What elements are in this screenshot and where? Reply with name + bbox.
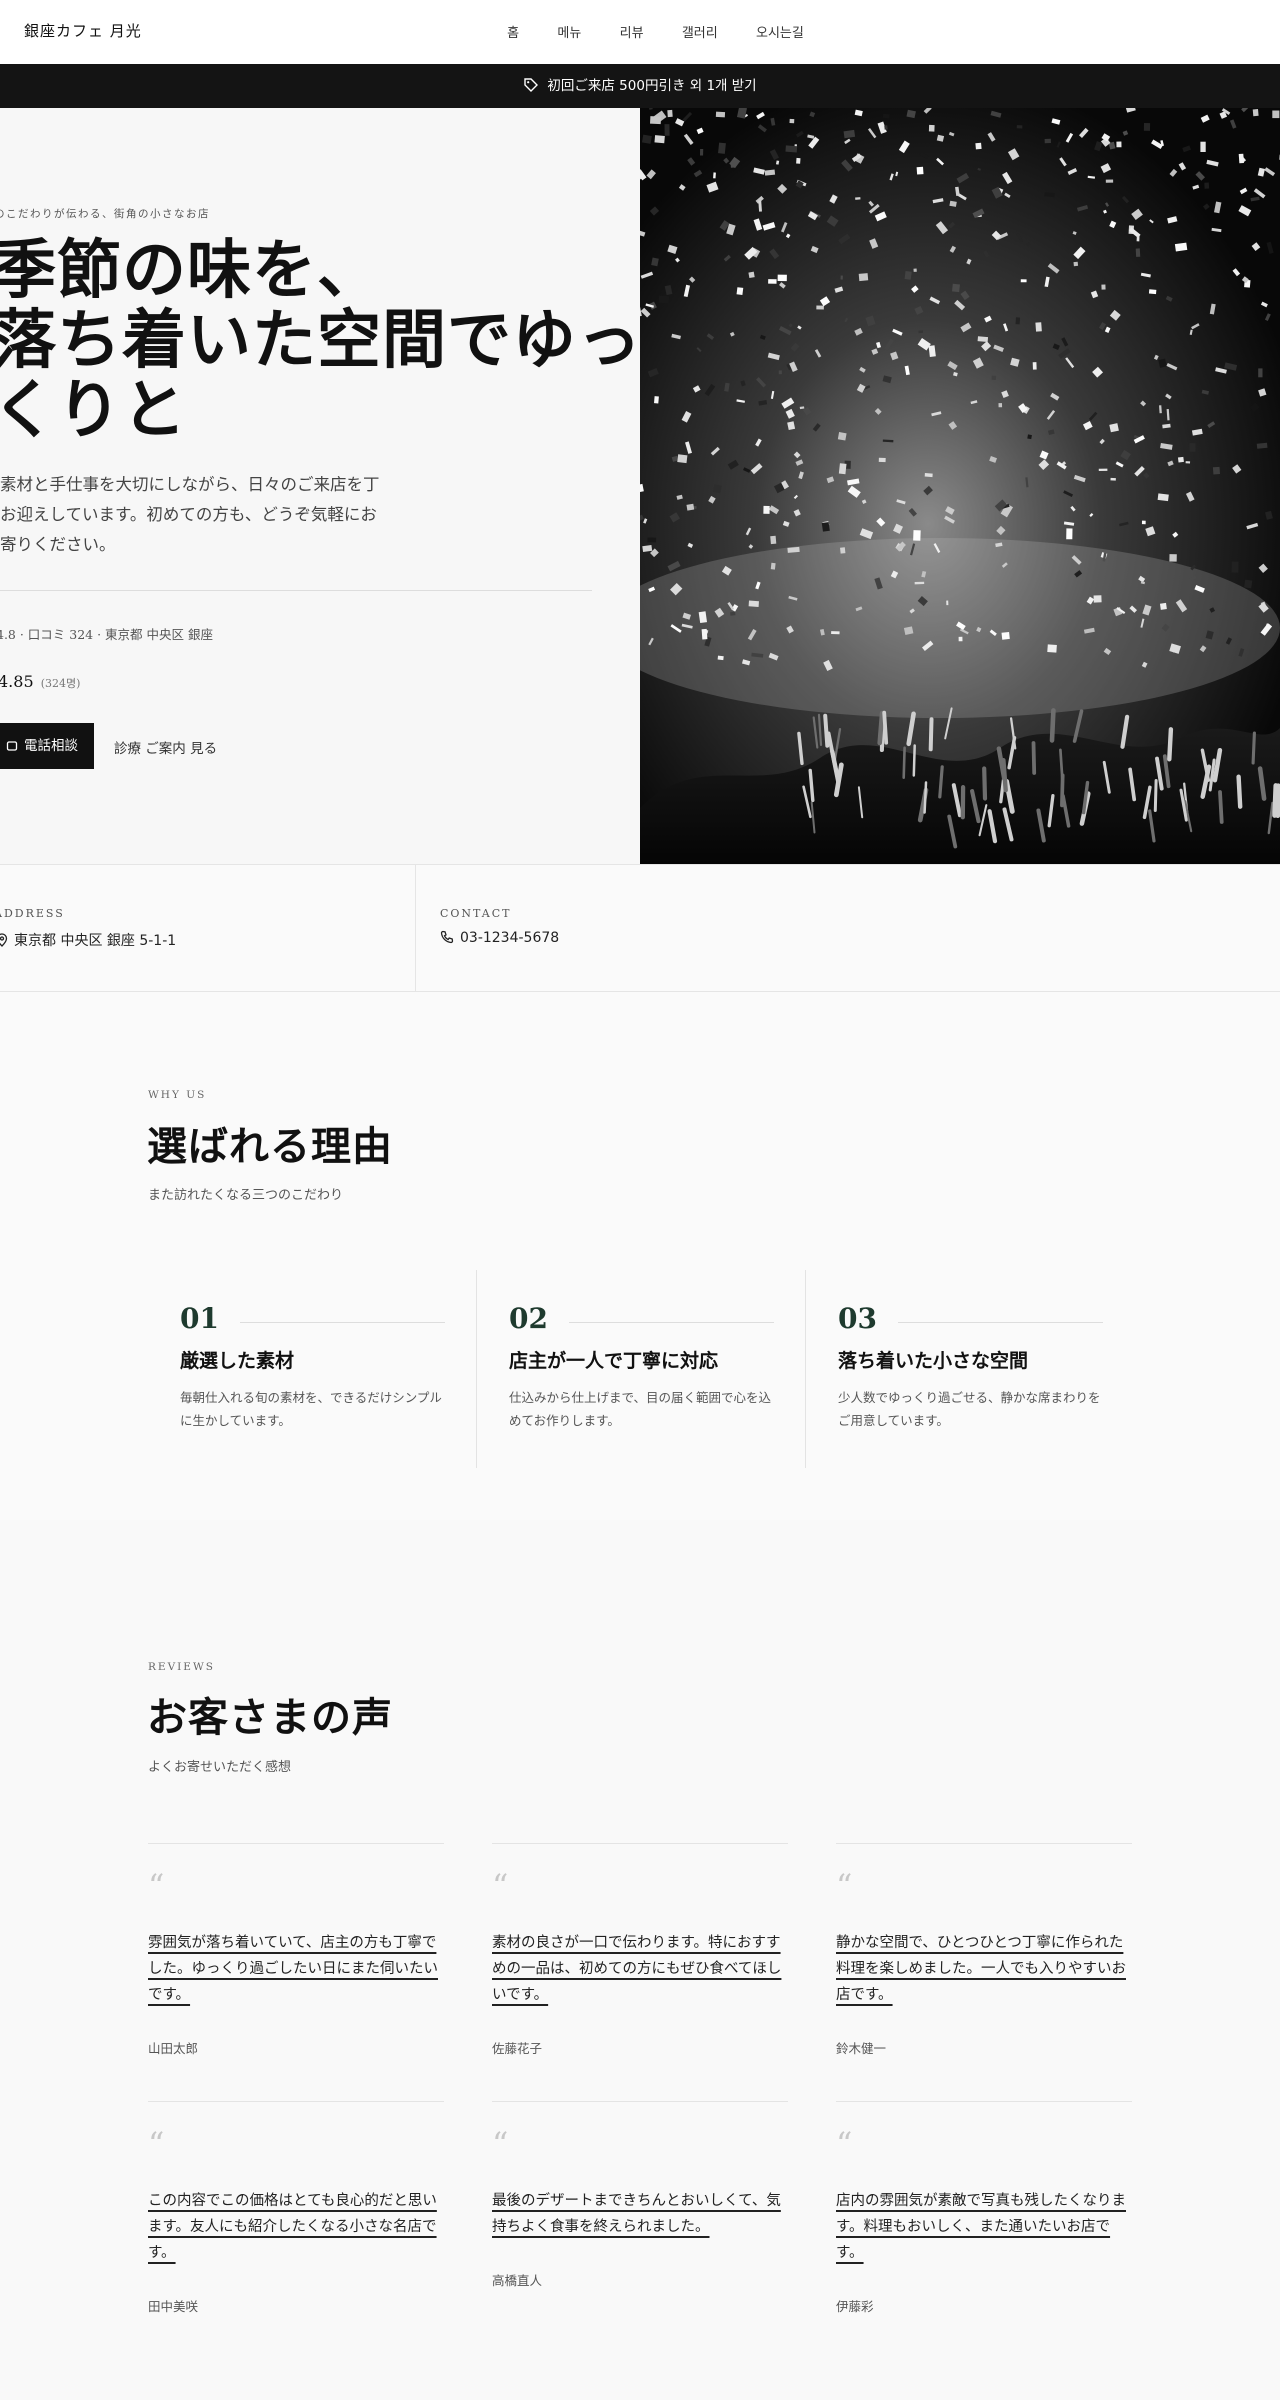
hero-meta: 4.8 · 口コミ 324 · 東京都 中央区 銀座: [0, 627, 213, 642]
call-button-label: 電話相談: [24, 738, 78, 754]
confetti-crowd-photo: [640, 108, 1280, 864]
site-header: 銀座カフェ 月光 홈 메뉴 리뷰 갤러리 오시는길: [0, 0, 1280, 64]
feature-text: 仕込みから仕上げまで、目の届く範囲で心を込めてお作りします。: [509, 1390, 772, 1428]
feature-card: 02 店主が一人で丁寧に対応 仕込みから仕上げまで、目の届く範囲で心を込めてお作…: [477, 1270, 806, 1468]
section-subtitle: また訪れたくなる三つのこだわり: [148, 1188, 344, 1203]
feature-title: 店主が一人で丁寧に対応: [509, 1350, 719, 1372]
quote-icon: “: [492, 2125, 509, 2163]
why-us-section: WHY US 選ばれる理由 また訪れたくなる三つのこだわり 01 厳選した素材 …: [0, 992, 1280, 1520]
divider: [415, 865, 416, 991]
hero-title-line: 季節の味を、: [0, 233, 382, 308]
review-card: “ 素材の良さが一口で伝わります。特におすすめの一品は、初めての方にもぜひ食べて…: [492, 1843, 788, 2101]
review-author: 鈴木健一: [836, 2041, 887, 2056]
nav-directions[interactable]: 오시는길: [756, 22, 804, 41]
review-author: 佐藤花子: [492, 2041, 543, 2056]
info-strip: ADDRESS 東京都 中央区 銀座 5-1-1 CONTACT 03-1234…: [0, 864, 1280, 992]
section-title: お客さまの声: [147, 1694, 393, 1741]
tag-icon: [524, 78, 539, 92]
feature-number: 01: [180, 1302, 219, 1335]
section-subtitle: よくお寄せいただく感想: [148, 1760, 292, 1775]
address-label: ADDRESS: [0, 907, 65, 920]
section-title: 選ばれる理由: [147, 1123, 393, 1170]
feature-title: 落ち着いた小さな空間: [838, 1350, 1029, 1372]
section-eyebrow: WHY US: [148, 1089, 207, 1101]
address-text: 東京都 中央区 銀座 5-1-1: [14, 933, 177, 949]
feature-text: 毎朝仕入れる旬の素材を、できるだけシンプルに生かしています。: [180, 1390, 442, 1428]
phone-icon: [440, 930, 454, 944]
divider: [569, 1322, 774, 1323]
review-text: 店内の雰囲気が素敵で写真も残したくなります。料理もおいしく、また通いたいお店です…: [836, 2193, 1126, 2261]
map-pin-icon: [0, 933, 8, 947]
reviews-section: REVIEWS お客さまの声 よくお寄せいただく感想 “ 雰囲気が落ち着いていて…: [0, 1520, 1280, 2400]
rating: 4.85 (324명): [0, 672, 80, 691]
divider: [0, 590, 592, 591]
hero-desc-line: 寄りください。: [0, 535, 116, 554]
main-nav: 홈 메뉴 리뷰 갤러리 오시는길: [0, 22, 1280, 41]
divider: [898, 1322, 1103, 1323]
review-card: “ この内容でこの価格はとても良心的だと思います。友人にも紹介したくなる小さな名…: [148, 2101, 444, 2359]
review-card: “ 最後のデザートまできちんとおいしくて、気持ちよく食事を終えられました。 高橋…: [492, 2101, 788, 2359]
hero-section: のこだわりが伝わる、街角の小さなお店 季節の味を、 落ち着いた空間でゆっ くりと…: [0, 108, 640, 864]
quote-icon: “: [836, 1867, 853, 1905]
promo-text: 初回ご来店 500円引き 외 1개 받기: [547, 78, 757, 94]
feature-number: 02: [509, 1302, 548, 1335]
nav-home[interactable]: 홈: [507, 22, 519, 41]
feature-number: 03: [838, 1302, 877, 1335]
review-text: 素材の良さが一口で伝わります。特におすすめの一品は、初めての方にもぜひ食べてほし…: [492, 1935, 782, 2003]
section-eyebrow: REVIEWS: [148, 1661, 215, 1673]
call-button[interactable]: 電話相談: [0, 723, 94, 769]
hero-title: 季節の味を、 落ち着いた空間でゆっ くりと: [0, 236, 640, 446]
rating-count: (324명): [40, 677, 81, 690]
feature-card: 01 厳選した素材 毎朝仕入れる旬の素材を、できるだけシンプルに生かしています。: [148, 1270, 477, 1468]
promo-banner[interactable]: 初回ご来店 500円引き 외 1개 받기: [0, 64, 1280, 108]
contact-value[interactable]: 03-1234-5678: [440, 930, 559, 946]
hero-eyebrow: のこだわりが伝わる、街角の小さなお店: [0, 208, 210, 220]
hero-title-line: 落ち着いた空間でゆっ: [0, 303, 640, 378]
feature-text: 少人数でゆっくり過ごせる、静かな席まわりをご用意しています。: [838, 1390, 1101, 1428]
review-text: 雰囲気が落ち着いていて、店主の方も丁寧でした。ゆっくり過ごしたい日にまた伺いたい…: [148, 1935, 438, 2003]
nav-gallery[interactable]: 갤러리: [682, 22, 718, 41]
nav-reviews[interactable]: 리뷰: [620, 22, 644, 41]
review-text: この内容でこの価格はとても良心的だと思います。友人にも紹介したくなる小さな名店で…: [148, 2193, 437, 2261]
contact-label: CONTACT: [440, 907, 512, 920]
address-value[interactable]: 東京都 中央区 銀座 5-1-1: [0, 930, 176, 950]
feature-card: 03 落ち着いた小さな空間 少人数でゆっくり過ごせる、静かな席まわりをご用意して…: [806, 1270, 1135, 1468]
divider: [240, 1322, 445, 1323]
rating-value: 4.85: [0, 672, 34, 691]
review-card: “ 雰囲気が落ち着いていて、店主の方も丁寧でした。ゆっくり過ごしたい日にまた伺い…: [148, 1843, 444, 2101]
quote-icon: “: [148, 2125, 165, 2163]
phone-icon: [6, 741, 18, 751]
hero-desc-line: 素材と手仕事を大切にしながら、日々のご来店を丁: [0, 475, 380, 494]
hero-image: [640, 108, 1280, 864]
quote-icon: “: [836, 2125, 853, 2163]
hero-title-line: くりと: [0, 373, 187, 448]
review-author: 山田太郎: [148, 2041, 199, 2056]
review-author: 田中美咲: [148, 2299, 199, 2314]
review-text: 静かな空間で、ひとつひとつ丁寧に作られた料理を楽しめました。一人でも入りやすいお…: [836, 1935, 1126, 2003]
nav-menu[interactable]: 메뉴: [557, 22, 581, 41]
hero-description: 素材と手仕事を大切にしながら、日々のご来店を丁 お迎えしています。初めての方も、…: [0, 470, 430, 560]
quote-icon: “: [492, 1867, 509, 1905]
feature-title: 厳選した素材: [180, 1350, 295, 1372]
review-author: 伊藤彩: [836, 2299, 874, 2314]
review-card: “ 静かな空間で、ひとつひとつ丁寧に作られた料理を楽しめました。一人でも入りやす…: [836, 1843, 1132, 2101]
review-card: “ 店内の雰囲気が素敵で写真も残したくなります。料理もおいしく、また通いたいお店…: [836, 2101, 1132, 2359]
quote-icon: “: [148, 1867, 165, 1905]
hours-link[interactable]: 診療 ご案内 見る: [114, 737, 217, 757]
review-text: 最後のデザートまできちんとおいしくて、気持ちよく食事を終えられました。: [492, 2193, 781, 2235]
contact-text: 03-1234-5678: [460, 930, 560, 946]
hero-desc-line: お迎えしています。初めての方も、どうぞ気軽にお: [0, 505, 377, 524]
review-author: 高橋直人: [492, 2273, 543, 2288]
